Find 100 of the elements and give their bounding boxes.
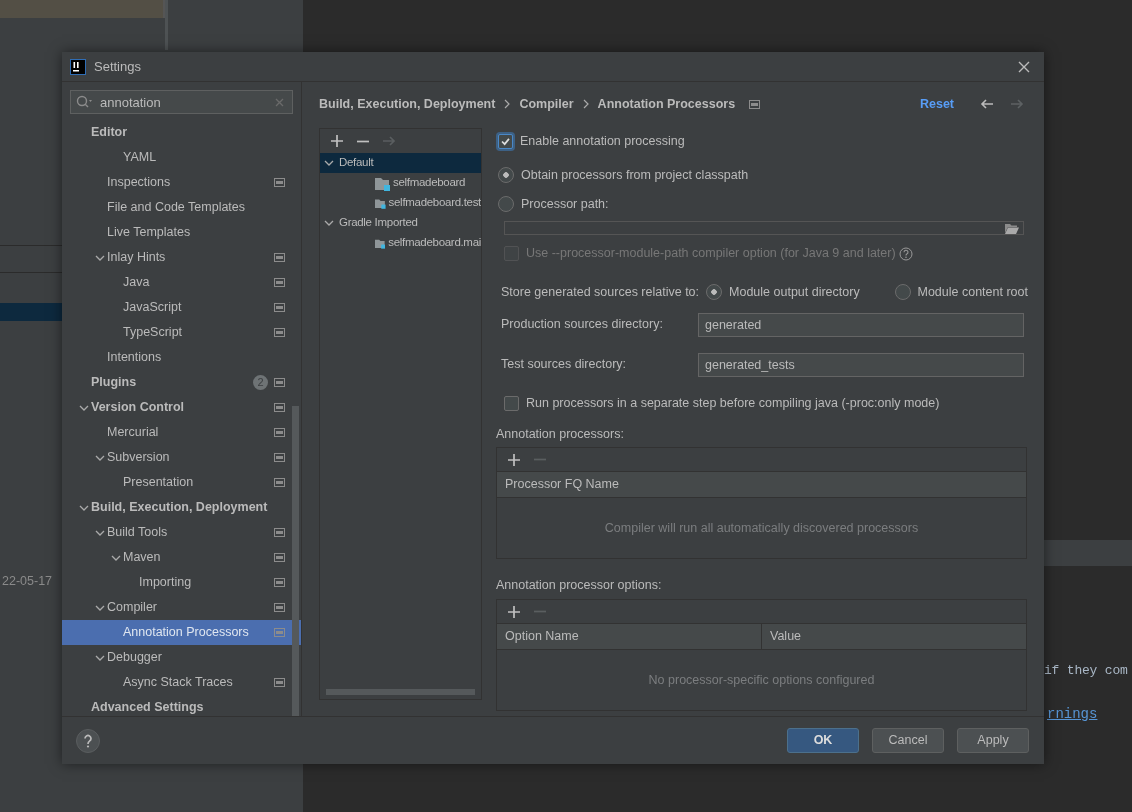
profile-item-label: selfmadeboard [393, 175, 466, 191]
tree-item[interactable]: Build, Execution, Deployment [62, 495, 301, 520]
tree-item-label: Build, Execution, Deployment [91, 499, 268, 517]
plus-icon [330, 134, 344, 148]
tree-item-label: Editor [91, 124, 128, 142]
tree-item[interactable]: Version Control [62, 395, 301, 420]
dialog-button[interactable]: Cancel [872, 728, 944, 753]
separator-icon [581, 99, 590, 109]
breadcrumb-item: Annotation Processors [597, 95, 736, 113]
tree-item[interactable]: File and Code Templates [62, 195, 301, 220]
tree-item-label: YAML [123, 149, 157, 167]
tree-item[interactable]: Debugger [62, 645, 301, 670]
link[interactable]: rnings [1047, 704, 1098, 725]
profile-item[interactable]: selfmadeboard [320, 173, 481, 193]
tree-item[interactable]: JavaScript [62, 295, 301, 320]
tree-item-label: Debugger [107, 649, 162, 667]
tree-item[interactable]: Presentation [62, 470, 301, 495]
tree-item-label: File and Code Templates [107, 199, 246, 217]
tree-item[interactable]: Build Tools [62, 520, 301, 545]
section-label: Annotation processor options: [496, 577, 663, 595]
window-title: Settings [94, 57, 141, 76]
tree-item-label: Java [123, 274, 150, 292]
separator-icon [503, 99, 512, 109]
column-header[interactable]: Option Name [497, 624, 761, 649]
tree-item-label: Importing [139, 574, 192, 592]
tree-item-label: Live Templates [107, 224, 191, 242]
column-header[interactable]: Value [761, 624, 1026, 649]
radio-button[interactable] [498, 195, 514, 212]
scrollbar[interactable] [326, 689, 475, 695]
tree-item-label: Subversion [107, 449, 170, 467]
column-header[interactable]: Processor FQ Name [497, 472, 1026, 498]
tree-item-label: Intentions [107, 349, 162, 367]
tree-item[interactable]: Compiler [62, 595, 301, 620]
arrow-icon [382, 134, 396, 148]
text-field[interactable]: generated [698, 312, 1024, 337]
radio-button[interactable] [706, 284, 723, 301]
empty-text: No processor-specific options configured [648, 671, 875, 689]
checkbox-label: Enable annotation processing [520, 133, 685, 150]
plus-icon [507, 604, 521, 619]
profile-item[interactable]: selfmadeboard.mai [320, 233, 481, 253]
tree-item-label: Compiler [107, 599, 157, 617]
profile-item[interactable]: selfmadeboard.test [320, 193, 481, 213]
help-icon[interactable] [898, 246, 913, 261]
expand-chevron-icon[interactable] [324, 158, 334, 168]
profile-item[interactable]: Default [320, 153, 481, 173]
tree-item[interactable]: YAML [62, 145, 301, 170]
radio-button[interactable] [894, 284, 911, 301]
scrollbar[interactable] [292, 406, 299, 716]
tree-item[interactable]: Async Stack Traces [62, 670, 301, 695]
tree-item-label: Presentation [123, 474, 194, 492]
module-folder-icon [375, 175, 390, 191]
field-label: Production sources directory: [501, 316, 664, 334]
tree-item[interactable]: Editor [62, 120, 301, 145]
reset-link[interactable]: Reset [919, 94, 954, 114]
tree-item[interactable]: Advanced Settings [62, 695, 301, 716]
tree-item-label: TypeScript [123, 324, 183, 342]
search-field[interactable]: annotation [70, 90, 293, 114]
tree-item-label: Mercurial [107, 424, 159, 442]
radio-button[interactable] [498, 167, 514, 184]
help-button[interactable] [76, 728, 100, 753]
tree-item-label: Plugins [91, 374, 137, 392]
tree-item-label: JavaScript [123, 299, 182, 317]
close-icon[interactable] [1017, 60, 1030, 73]
tree-item-label: Async Stack Traces [123, 674, 233, 692]
tree-item[interactable]: Importing [62, 570, 301, 595]
profile-item[interactable]: Gradle Imported [320, 213, 481, 233]
tree-item[interactable]: Maven [62, 545, 301, 570]
radio-label: Module output directory [729, 284, 860, 301]
app-icon [70, 58, 86, 75]
tree-item-label: Maven [123, 549, 161, 567]
minus-icon [356, 139, 370, 143]
tree-item[interactable]: TypeScript [62, 320, 301, 345]
breadcrumb-item: Compiler [519, 95, 574, 113]
tree-item[interactable]: Inlay Hints [62, 245, 301, 270]
text-field[interactable]: generated_tests [698, 352, 1024, 377]
expand-chevron-icon[interactable] [324, 218, 334, 228]
profile-item-label: Gradle Imported [339, 215, 418, 231]
checkbox[interactable] [498, 133, 513, 149]
tree-item[interactable]: Java [62, 270, 301, 295]
field-label: Test sources directory: [501, 356, 628, 374]
radio-label: Processor path: [521, 195, 609, 213]
selected-row [0, 303, 62, 321]
profile-item-label: selfmadeboard.mai [388, 235, 481, 251]
tree-item[interactable]: Annotation Processors [62, 620, 301, 645]
tree-item[interactable]: Live Templates [62, 220, 301, 245]
tree-item[interactable]: Intentions [62, 345, 301, 370]
radio-label: Module content root [917, 284, 1028, 301]
tree-item-label: Inspections [107, 174, 171, 192]
code-text: if they com [1044, 662, 1128, 680]
question-mark-icon [83, 733, 93, 748]
checkbox[interactable] [504, 395, 519, 411]
tree-item[interactable]: Inspections [62, 170, 301, 195]
date-text: 22-05-17 [2, 573, 53, 590]
tree-item[interactable]: Mercurial [62, 420, 301, 445]
empty-text: Compiler will run all automatically discovered processors [604, 519, 919, 537]
dialog-button[interactable]: Apply [957, 728, 1029, 753]
tree-item-label: Build Tools [107, 524, 168, 542]
search-icon [76, 95, 92, 109]
dialog-button[interactable]: OK [787, 728, 859, 753]
tree-item[interactable]: Subversion [62, 445, 301, 470]
